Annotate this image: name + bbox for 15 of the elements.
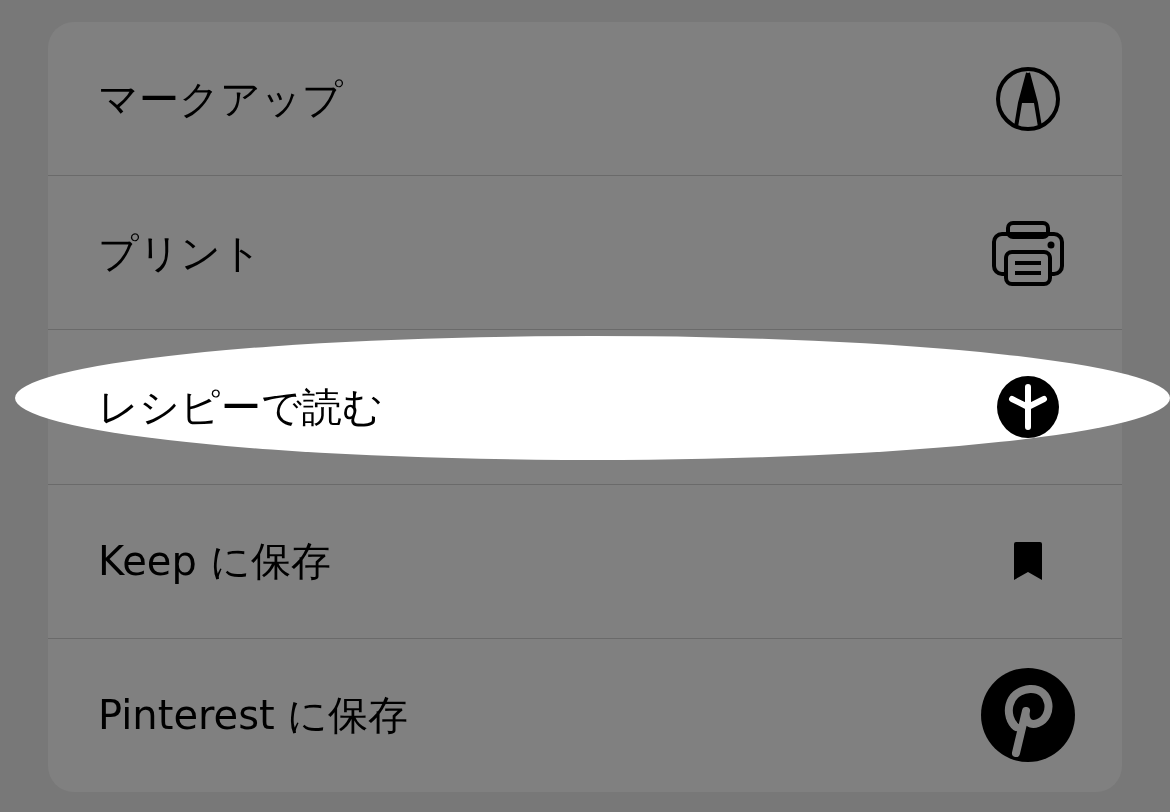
menu-item-label: プリント <box>98 228 262 278</box>
menu-item-label: Keep に保存 <box>98 537 331 587</box>
menu-item-label: レシピーで読む <box>98 383 383 432</box>
bookmark-icon <box>1011 541 1045 582</box>
menu-item[interactable]: プリント <box>48 176 1122 330</box>
menu-item[interactable]: マークアップ <box>48 22 1122 176</box>
menu-item-label: マークアップ <box>98 74 343 124</box>
menu-item-label: Pinterest に保存 <box>98 691 409 741</box>
printer-icon <box>991 218 1065 287</box>
menu-item[interactable]: レシピーで読む <box>48 330 1122 484</box>
menu-item[interactable]: Pinterest に保存 <box>48 638 1122 792</box>
branch-circle-icon <box>996 375 1060 439</box>
menu-item[interactable]: Keep に保存 <box>48 484 1122 638</box>
pencil-circle-icon <box>994 64 1062 133</box>
circle-logo-icon <box>980 667 1076 764</box>
